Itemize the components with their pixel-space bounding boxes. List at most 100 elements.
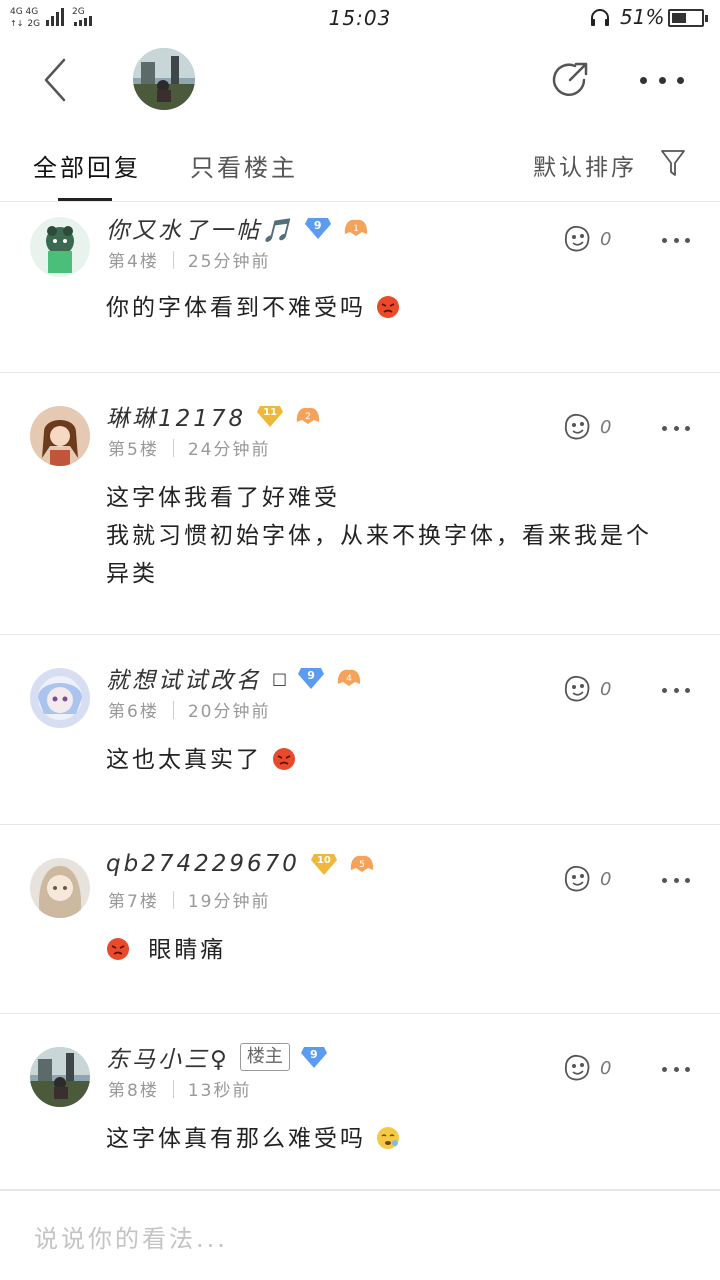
member-badge-icon: 4 xyxy=(337,669,361,686)
battery-icon xyxy=(668,9,708,27)
reply-bar xyxy=(0,1190,720,1280)
level-badge: 10 xyxy=(310,852,338,876)
like-count: 0 xyxy=(600,868,612,890)
angry-face-icon xyxy=(107,938,129,960)
post-text-line: 异类 xyxy=(106,561,158,587)
floor-number: 第8楼 xyxy=(108,1081,159,1101)
member-badge-icon: 1 xyxy=(344,219,367,236)
active-tab-indicator xyxy=(58,198,112,201)
post-time: 19分钟前 xyxy=(187,892,271,912)
svg-text:5: 5 xyxy=(359,860,365,870)
post-text: 眼睛痛 xyxy=(148,937,227,963)
post-content: 这字体真有那么难受吗 xyxy=(106,1120,694,1158)
avatar[interactable] xyxy=(30,668,90,728)
like-count: 0 xyxy=(600,1057,612,1079)
thumbs-up-icon xyxy=(564,413,590,440)
username-row: qb274229670 10 5 xyxy=(106,851,376,877)
like-button[interactable]: 0 xyxy=(560,409,620,445)
post-meta: 第7楼 19分钟前 xyxy=(108,887,270,912)
floor-number: 第4楼 xyxy=(108,252,159,272)
thread-owner-avatar[interactable] xyxy=(133,48,195,110)
post-time: 20分钟前 xyxy=(187,702,271,722)
post-more-icon[interactable] xyxy=(662,235,690,245)
like-button[interactable]: 0 xyxy=(560,861,620,897)
tab-owner-only[interactable]: 只看楼主 xyxy=(190,148,298,183)
floor-number: 第5楼 xyxy=(108,440,159,460)
battery-percent: 51% xyxy=(620,5,665,29)
username[interactable]: 你又水了一帖🎵 xyxy=(106,211,294,245)
share-icon[interactable] xyxy=(548,58,592,102)
post-meta: 第6楼 20分钟前 xyxy=(108,697,270,722)
filter-icon[interactable] xyxy=(660,148,686,178)
floor-number: 第7楼 xyxy=(108,892,159,912)
reply-input[interactable] xyxy=(34,1221,674,1257)
like-count: 0 xyxy=(600,678,612,700)
post-content: 你的字体看到不难受吗 xyxy=(106,289,694,327)
avatar[interactable] xyxy=(30,217,90,277)
member-badge-icon: 5 xyxy=(350,855,374,872)
thumbs-up-icon xyxy=(564,865,590,892)
thumbs-up-icon xyxy=(564,225,590,252)
floor-number: 第6楼 xyxy=(108,702,159,722)
like-count: 0 xyxy=(600,228,612,250)
post-content: 这也太真实了 xyxy=(106,741,694,779)
thread-owner-tag: 楼主 xyxy=(239,1043,290,1071)
sleepy-face-icon xyxy=(377,1127,400,1149)
thumbs-up-icon xyxy=(564,1054,590,1081)
post-meta: 第4楼 25分钟前 xyxy=(108,247,270,272)
username-row: 琳琳12178 11 2 xyxy=(106,399,322,433)
like-count: 0 xyxy=(600,416,612,438)
post-time: 24分钟前 xyxy=(187,440,271,460)
tab-all-replies[interactable]: 全部回复 xyxy=(33,148,141,183)
post-more-icon[interactable] xyxy=(662,875,690,885)
level-badge: 11 xyxy=(256,404,284,428)
post-time: 13秒前 xyxy=(187,1081,252,1101)
chevron-left-icon[interactable] xyxy=(38,56,74,104)
like-button[interactable]: 0 xyxy=(560,1050,620,1086)
username-row: 东马小三♀ 楼主 9 xyxy=(106,1040,328,1074)
level-badge: 9 xyxy=(297,666,325,690)
reply-post: 你又水了一帖🎵 9 1 第4楼 25分钟前 0 你的字体看到不难受吗 xyxy=(0,203,720,373)
avatar[interactable] xyxy=(30,858,90,918)
reply-post: qb274229670 10 5 第7楼 19分钟前 0 眼睛痛 xyxy=(0,825,720,1014)
level-badge: 9 xyxy=(304,216,332,240)
username-row: 你又水了一帖🎵 9 1 xyxy=(106,211,370,245)
placeholder-glyph: □ xyxy=(272,668,288,688)
like-button[interactable]: 0 xyxy=(560,221,620,257)
post-text: 这字体真有那么难受吗 xyxy=(106,1126,366,1152)
thread-header xyxy=(0,38,720,128)
post-more-icon[interactable] xyxy=(662,423,690,433)
sort-button[interactable]: 默认排序 xyxy=(533,148,637,182)
reply-post: 琳琳12178 11 2 第5楼 24分钟前 0 这字体我看了好难受 我就习惯初… xyxy=(0,373,720,635)
post-meta: 第5楼 24分钟前 xyxy=(108,435,270,460)
username-row: 就想试试改名 □ 9 4 xyxy=(106,661,363,695)
post-more-icon[interactable] xyxy=(662,1064,690,1074)
thumbs-up-icon xyxy=(564,675,590,702)
post-time: 25分钟前 xyxy=(187,252,271,272)
post-text-line: 我就习惯初始字体，从来不换字体，看来我是个 xyxy=(106,523,652,549)
angry-face-icon xyxy=(377,296,400,318)
post-content: 这字体我看了好难受 我就习惯初始字体，从来不换字体，看来我是个 异类 xyxy=(106,479,694,593)
reply-tabs: 全部回复 只看楼主 默认排序 xyxy=(0,128,720,202)
level-badge: 9 xyxy=(300,1045,328,1069)
reply-post: 东马小三♀ 楼主 9 第8楼 13秒前 0 这字体真有那么难受吗 xyxy=(0,1014,720,1190)
more-horizontal-icon[interactable] xyxy=(640,74,684,86)
svg-text:2: 2 xyxy=(305,412,311,422)
username[interactable]: 东马小三♀ xyxy=(106,1040,230,1074)
avatar[interactable] xyxy=(30,1047,90,1107)
member-badge-icon: 2 xyxy=(297,407,320,424)
post-text: 这也太真实了 xyxy=(106,747,262,773)
post-more-icon[interactable] xyxy=(662,685,690,695)
post-text-line: 这字体我看了好难受 xyxy=(106,485,340,511)
reply-post: 就想试试改名 □ 9 4 第6楼 20分钟前 0 这也太真实了 xyxy=(0,635,720,825)
like-button[interactable]: 0 xyxy=(560,671,620,707)
username[interactable]: qb274229670 xyxy=(106,851,300,877)
post-meta: 第8楼 13秒前 xyxy=(108,1076,251,1101)
headset-icon xyxy=(591,9,609,26)
post-content: 眼睛痛 xyxy=(106,931,694,969)
username[interactable]: 就想试试改名 xyxy=(106,661,262,695)
svg-text:4: 4 xyxy=(346,674,352,684)
post-text: 你的字体看到不难受吗 xyxy=(106,295,366,321)
avatar[interactable] xyxy=(30,406,90,466)
username[interactable]: 琳琳12178 xyxy=(106,399,246,433)
